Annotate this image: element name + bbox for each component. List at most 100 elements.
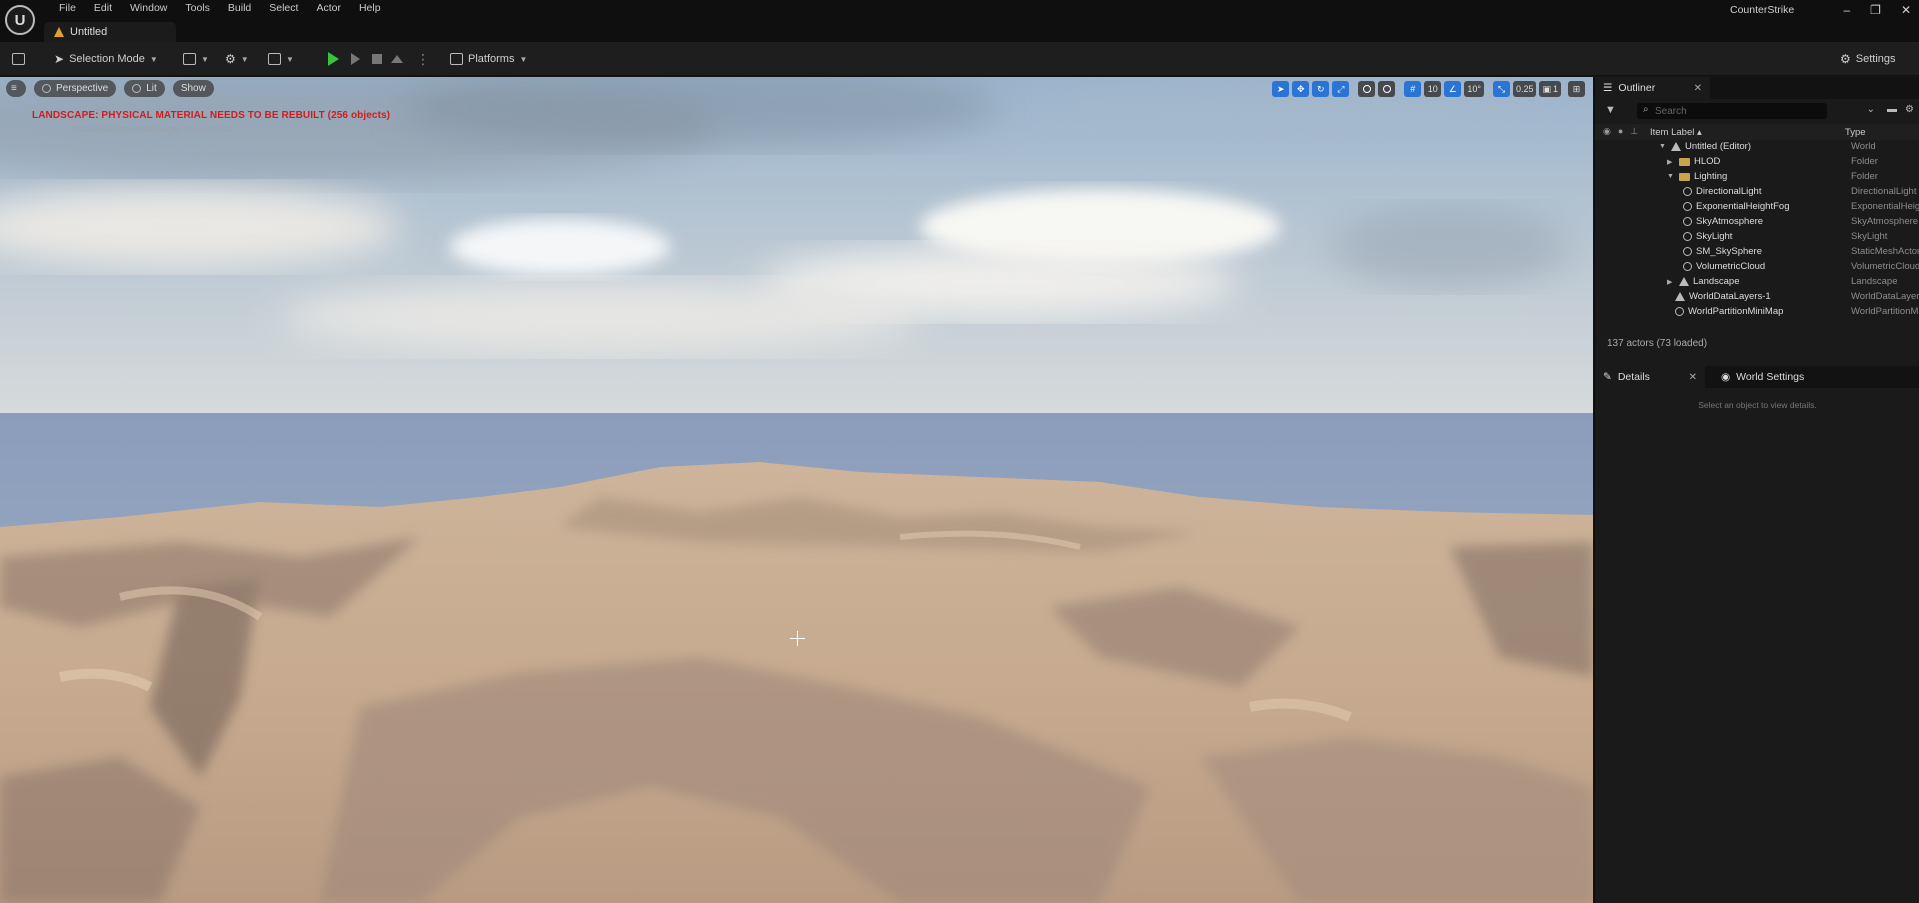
kebab-menu-icon: ⋮	[416, 51, 430, 67]
rotate-tool-button[interactable]: ↻	[1312, 81, 1330, 97]
platforms-icon	[450, 53, 463, 65]
gear-icon[interactable]: ⚙	[1905, 104, 1914, 115]
save-icon	[12, 53, 25, 65]
minimize-icon[interactable]: –	[1843, 3, 1850, 17]
close-tab-icon[interactable]: ✕	[1689, 372, 1697, 383]
tab-outliner[interactable]: ☰ Outliner ✕	[1595, 77, 1710, 99]
column-type[interactable]: Type	[1845, 127, 1866, 138]
surface-snap-button[interactable]	[1378, 81, 1396, 97]
translate-tool-button[interactable]: ✥	[1292, 81, 1310, 97]
column-item-label[interactable]: Item Label ▴	[1650, 127, 1702, 138]
tree-row[interactable]: WorldDataLayers-1 WorldDataLayers	[1595, 290, 1919, 305]
tree-row[interactable]: SkyAtmosphere SkyAtmosphere	[1595, 215, 1919, 230]
menu-tools[interactable]: Tools	[176, 2, 219, 14]
grid-snap-button[interactable]: #	[1404, 81, 1422, 97]
chevron-right-icon[interactable]: ▶	[1667, 278, 1675, 286]
menu-actor[interactable]: Actor	[307, 2, 350, 14]
tree-row[interactable]: ExponentialHeightFog ExponentialHeightFo…	[1595, 200, 1919, 215]
stop-button[interactable]	[372, 49, 382, 69]
rotation-snap-button[interactable]: ∠	[1444, 81, 1462, 97]
outliner-column-header: ◉ ● ⊥ Item Label ▴ Type	[1595, 124, 1919, 140]
eject-button[interactable]	[391, 49, 403, 69]
viewport-options-bar: ≡ Perspective Lit Show	[6, 80, 214, 97]
tree-row[interactable]: VolumetricCloud VolumetricCloud	[1595, 260, 1919, 275]
tree-row[interactable]: WorldPartitionMiniMap WorldPartitionMini…	[1595, 305, 1919, 320]
play-button[interactable]	[328, 49, 339, 69]
tree-row[interactable]: SM_SkySphere StaticMeshActor	[1595, 245, 1919, 260]
platforms-label: Platforms	[468, 53, 515, 65]
grid-icon: #	[1410, 84, 1416, 94]
tree-row[interactable]: SkyLight SkyLight	[1595, 230, 1919, 245]
camera-icon	[42, 84, 51, 93]
menu-window[interactable]: Window	[121, 2, 176, 14]
add-content-button[interactable]: ▼	[183, 49, 209, 69]
lit-label: Lit	[146, 83, 157, 94]
selection-mode-label: Selection Mode	[69, 53, 145, 65]
platforms-dropdown[interactable]: Platforms ▼	[450, 49, 527, 69]
grid-snap-value[interactable]: 10	[1424, 81, 1442, 97]
unreal-logo-icon[interactable]: U	[5, 5, 35, 35]
tree-row[interactable]: ▼ Untitled (Editor) World	[1595, 140, 1919, 155]
tab-details[interactable]: ✎ Details ✕	[1595, 366, 1705, 388]
filter-icon[interactable]: ▼	[1605, 104, 1616, 116]
landscape-terrain	[0, 462, 1593, 903]
settings-button[interactable]: ⚙ Settings	[1840, 49, 1896, 69]
selection-mode-dropdown[interactable]: ➤ Selection Mode ▼	[54, 49, 158, 69]
dropdown-icon[interactable]: ⌄	[1867, 104, 1875, 115]
tree-row[interactable]: ▼ Lighting Folder	[1595, 170, 1919, 185]
eye-icon[interactable]: ◉	[1603, 126, 1611, 137]
menu-help[interactable]: Help	[350, 2, 390, 14]
dot-icon[interactable]: ●	[1618, 126, 1623, 137]
menu-edit[interactable]: Edit	[85, 2, 121, 14]
scale-tool-button[interactable]: ⤢	[1332, 81, 1350, 97]
landscape-icon	[1679, 277, 1689, 286]
scale-icon: ⤢	[1337, 83, 1345, 94]
tree-row[interactable]: ▶ HLOD Folder	[1595, 155, 1919, 170]
save-button[interactable]	[12, 49, 25, 69]
viewport-menu-button[interactable]: ≡	[6, 80, 26, 97]
data-layers-icon	[1675, 292, 1685, 301]
scale-snap-button[interactable]: ⤡	[1492, 81, 1510, 97]
maximize-viewport-button[interactable]: ⊞	[1568, 81, 1585, 97]
world-icon	[1671, 142, 1681, 151]
tree-row[interactable]: ▶ Landscape Landscape	[1595, 275, 1919, 290]
level-viewport[interactable]: ≡ Perspective Lit Show LANDSCAPE: PHYSIC…	[0, 77, 1593, 903]
tree-row[interactable]: DirectionalLight DirectionalLight	[1595, 185, 1919, 200]
camera-speed-button[interactable]: ▣ 1	[1539, 81, 1561, 97]
coordinate-system-button[interactable]	[1358, 81, 1376, 97]
scale-snap-value[interactable]: 0.25	[1512, 81, 1537, 97]
outliner-search-input[interactable]	[1655, 104, 1820, 118]
lit-button[interactable]: Lit	[124, 80, 165, 97]
cinematics-button[interactable]: ▼	[268, 49, 294, 69]
row-label: WorldDataLayers-1	[1689, 291, 1771, 302]
maximize-icon[interactable]: ❐	[1870, 3, 1881, 17]
minimap-icon	[1675, 307, 1684, 316]
rotation-snap-value[interactable]: 10°	[1464, 81, 1484, 97]
advance-frame-button[interactable]	[351, 49, 360, 69]
project-name: CounterStrike	[1730, 4, 1795, 16]
details-tab-bar: ✎ Details ✕ ◉ World Settings	[1595, 366, 1919, 388]
new-folder-icon[interactable]: ▬	[1887, 104, 1897, 115]
close-tab-icon[interactable]: ✕	[1694, 83, 1702, 94]
viewport-warning: LANDSCAPE: PHYSICAL MATERIAL NEEDS TO BE…	[32, 110, 391, 121]
show-button[interactable]: Show	[172, 80, 214, 97]
chevron-down-icon[interactable]: ▼	[1667, 173, 1675, 180]
menu-build[interactable]: Build	[219, 2, 260, 14]
menu-file[interactable]: File	[50, 2, 85, 14]
tab-world-settings[interactable]: ◉ World Settings	[1713, 366, 1823, 388]
chevron-right-icon[interactable]: ▶	[1667, 158, 1675, 166]
blueprint-button[interactable]: ⚙ ▼	[225, 49, 249, 69]
document-tab[interactable]: Untitled	[44, 22, 176, 42]
settings-label: Settings	[1855, 53, 1896, 65]
play-options-button[interactable]: ⋮	[416, 49, 430, 69]
menu-select[interactable]: Select	[260, 2, 307, 14]
folder-icon	[1679, 157, 1690, 166]
chevron-down-icon[interactable]: ▼	[1659, 143, 1667, 150]
visibility-columns: ◉ ● ⊥	[1603, 126, 1638, 137]
perspective-button[interactable]: Perspective	[34, 80, 117, 97]
select-tool-button[interactable]: ➤	[1272, 81, 1290, 97]
pin-icon[interactable]: ⊥	[1630, 126, 1638, 137]
search-box[interactable]: ⌕	[1637, 103, 1827, 119]
row-label: VolumetricCloud	[1696, 261, 1766, 272]
close-icon[interactable]: ✕	[1901, 3, 1911, 17]
